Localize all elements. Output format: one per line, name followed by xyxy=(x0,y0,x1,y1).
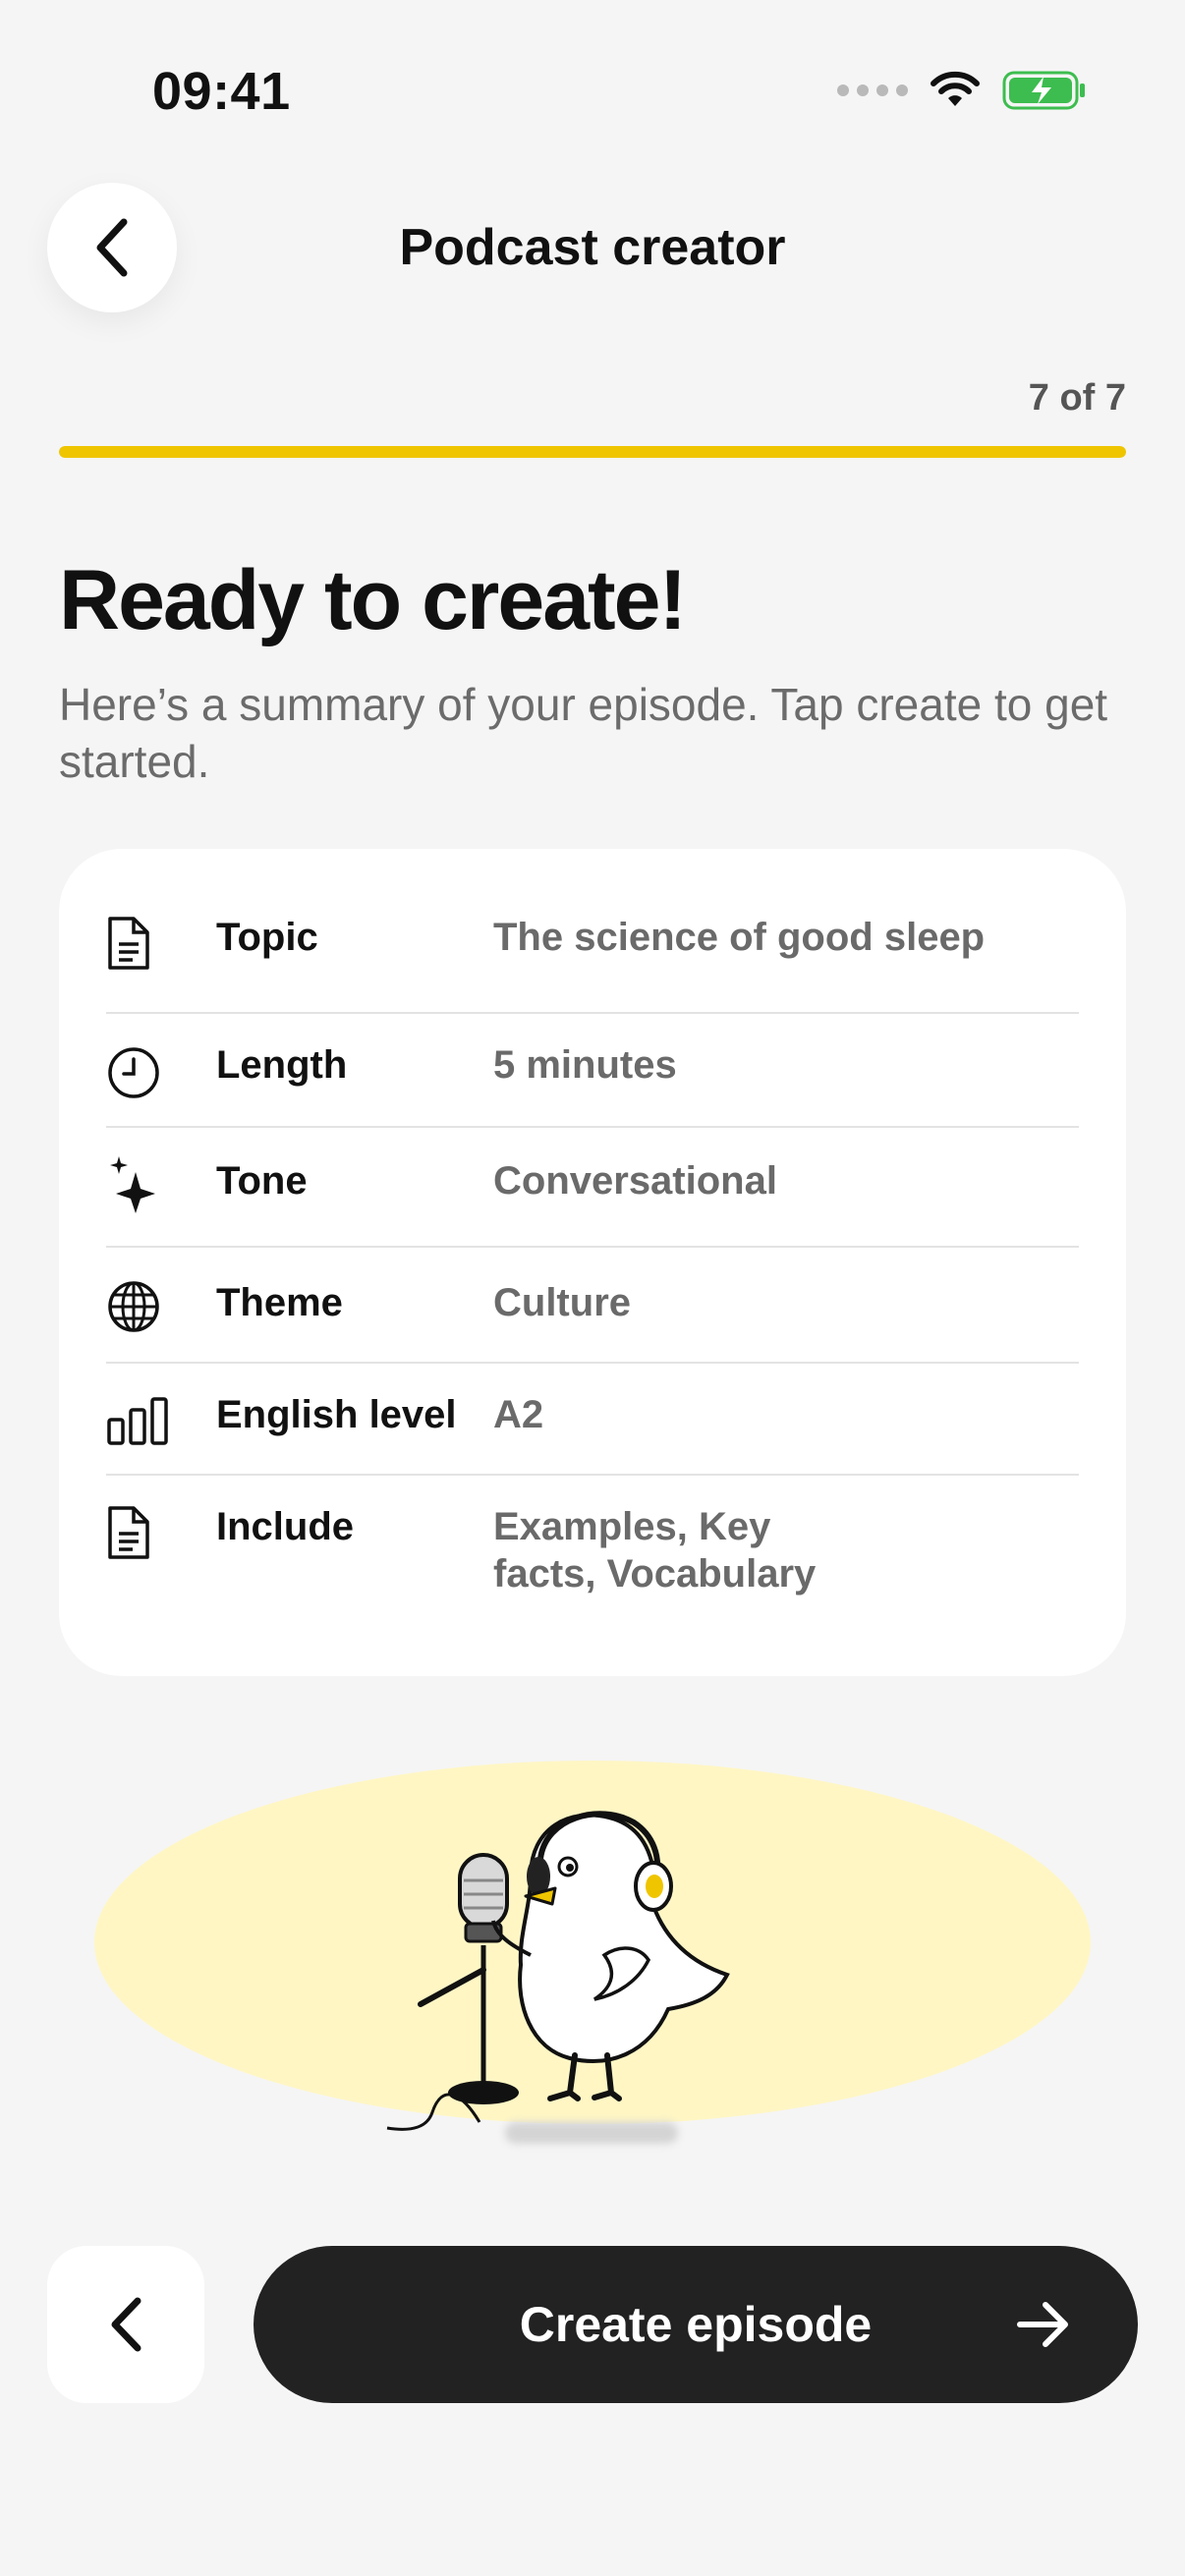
summary-label: Include xyxy=(216,1505,355,1548)
status-time: 09:41 xyxy=(152,62,291,121)
bar-chart-icon xyxy=(106,1391,175,1450)
sparkle-icon xyxy=(106,1155,175,1214)
signal-icon xyxy=(837,84,908,96)
bird-podcaster-illustration xyxy=(386,1811,730,2131)
create-episode-button[interactable]: Create episode xyxy=(254,2246,1138,2403)
arrow-right-icon xyxy=(1017,2302,1068,2347)
summary-label: English level xyxy=(216,1393,457,1436)
clock-icon xyxy=(106,1043,175,1102)
footer-back-button[interactable] xyxy=(47,2246,204,2403)
summary-label: Tone xyxy=(216,1159,308,1203)
summary-value: A2 xyxy=(493,1393,544,1436)
summary-row-topic: Topic The science of good sleep xyxy=(106,914,1079,1014)
summary-label: Length xyxy=(216,1043,348,1087)
summary-value: Examples, Key facts, Vocabulary xyxy=(493,1505,817,1596)
wifi-icon xyxy=(931,71,980,106)
summary-label: Theme xyxy=(216,1281,343,1324)
summary-value: The science of good sleep xyxy=(493,916,986,959)
document-icon xyxy=(106,1503,175,1562)
summary-card: Topic The science of good sleep Length 5… xyxy=(59,849,1126,1676)
summary-row-length: Length 5 minutes xyxy=(106,1012,1079,1128)
summary-value: 5 minutes xyxy=(493,1043,677,1087)
summary-row-theme: Theme Culture xyxy=(106,1246,1079,1364)
globe-icon xyxy=(106,1277,175,1336)
section-subtitle: Here’s a summary of your episode. Tap cr… xyxy=(59,679,1108,787)
summary-row-include: Include Examples, Key facts, Vocabulary xyxy=(106,1474,1079,1621)
progress-fill xyxy=(59,446,1126,458)
create-episode-label: Create episode xyxy=(519,2297,873,2352)
summary-value: Culture xyxy=(493,1281,631,1324)
summary-value: Conversational xyxy=(493,1159,777,1203)
summary-row-english-level: English level A2 xyxy=(106,1362,1079,1476)
progress-bar xyxy=(59,446,1126,458)
section-heading: Ready to create! xyxy=(59,553,687,647)
chevron-left-icon xyxy=(111,2297,141,2352)
step-counter: 7 of 7 xyxy=(1028,377,1126,419)
summary-row-tone: Tone Conversational xyxy=(106,1126,1079,1248)
summary-label: Topic xyxy=(216,916,318,959)
document-icon xyxy=(106,914,175,973)
page-title: Podcast creator xyxy=(399,219,786,276)
status-indicators xyxy=(837,71,1087,110)
battery-charging-icon xyxy=(1002,71,1085,110)
